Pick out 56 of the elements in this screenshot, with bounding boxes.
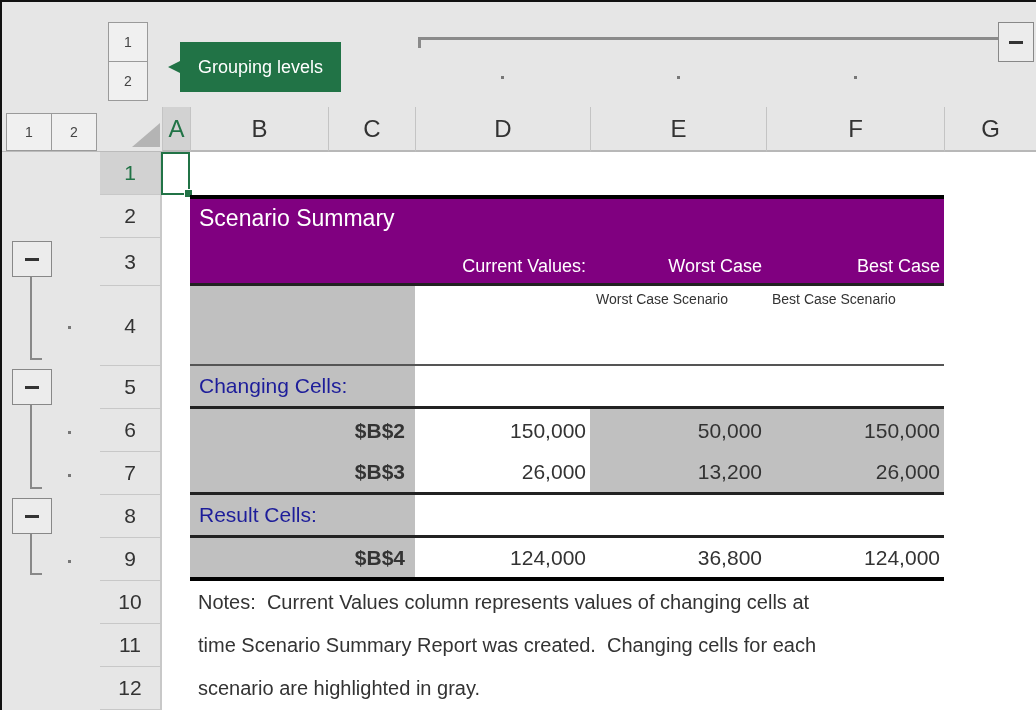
value-cell: 26,000 — [766, 452, 944, 495]
note-text: time Scenario Summary Report was created. Changing cells for each — [198, 634, 817, 657]
column-header[interactable]: F — [766, 107, 944, 152]
minus-icon — [1009, 40, 1023, 44]
column-header[interactable]: D — [415, 107, 590, 152]
value-cell: 150,000 — [766, 409, 944, 452]
cell-reference: $B$4 — [190, 538, 415, 581]
row-header[interactable]: 7 — [100, 452, 162, 495]
section-label: Changing Cells: — [190, 366, 415, 409]
report-title: Scenario Summary — [190, 195, 944, 238]
level-button[interactable]: 1 — [108, 22, 148, 62]
minus-icon — [25, 514, 39, 518]
minus-icon — [25, 257, 39, 261]
cell-reference: $B$2 — [190, 409, 415, 452]
value-cell-text: 150,000 — [509, 417, 587, 444]
value-cell: 36,800 — [590, 538, 766, 581]
row-header[interactable]: 9 — [100, 538, 162, 581]
column-header[interactable]: G — [944, 107, 1036, 152]
row-header[interactable]: 8 — [100, 495, 162, 538]
level-button[interactable]: 2 — [108, 61, 148, 101]
row-header[interactable]: 3 — [100, 238, 162, 286]
value-cell: 124,000 — [415, 538, 590, 581]
row-header[interactable]: 12 — [100, 667, 162, 710]
row-header[interactable]: 1 — [100, 152, 162, 195]
row-header[interactable]: 6 — [100, 409, 162, 452]
collapse-button[interactable] — [12, 369, 52, 405]
scenario-name: Best Case Scenario — [772, 290, 897, 308]
row-header[interactable]: 11 — [100, 624, 162, 667]
group-bracket — [30, 534, 42, 575]
value-cell: 50,000 — [590, 409, 766, 452]
cell-reference: $B$3 — [190, 452, 415, 495]
row-header[interactable]: 10 — [100, 581, 162, 624]
column-header[interactable]: E — [590, 107, 766, 152]
row-header[interactable]: 4 — [100, 286, 162, 366]
value-cell: 124,000 — [766, 538, 944, 581]
note-text: Notes: Current Values column represents values of changing cells at — [198, 591, 810, 614]
level-button[interactable]: 2 — [51, 113, 97, 151]
section-label: Result Cells: — [190, 495, 415, 538]
column-label: Worst Case — [590, 238, 766, 286]
active-cell[interactable] — [161, 152, 190, 195]
minus-icon — [25, 385, 39, 389]
column-header[interactable]: B — [190, 107, 328, 152]
column-label: Best Case — [766, 238, 944, 286]
row-header[interactable]: 2 — [100, 195, 162, 238]
note-text: scenario are highlighted in gray. — [198, 677, 481, 700]
level-button[interactable]: 1 — [6, 113, 52, 151]
scenario-name: Worst Case Scenario — [596, 290, 729, 308]
collapse-button[interactable] — [12, 498, 52, 534]
column-header[interactable]: A — [162, 107, 190, 152]
collapse-button[interactable] — [12, 241, 52, 277]
collapse-button[interactable] — [998, 22, 1034, 62]
row-header[interactable]: 5 — [100, 366, 162, 409]
column-header[interactable]: C — [328, 107, 415, 152]
tooltip: Grouping levels — [168, 42, 342, 92]
value-cell: 13,200 — [590, 452, 766, 495]
column-label: Current Values: — [415, 238, 590, 286]
